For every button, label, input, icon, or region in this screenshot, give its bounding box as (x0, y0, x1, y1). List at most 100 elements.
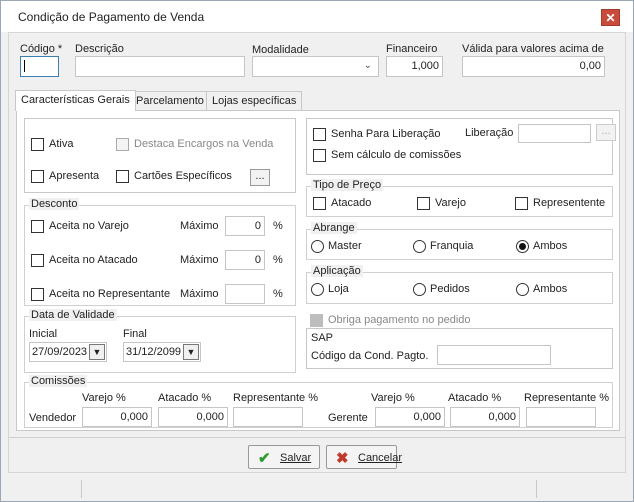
desconto-title: Desconto (29, 198, 80, 210)
representente-checkbox[interactable] (515, 197, 528, 210)
close-button[interactable]: ✕ (601, 9, 620, 26)
tab-parcelamento[interactable]: Parcelamento (130, 91, 210, 111)
ambos-label: Ambos (533, 240, 568, 252)
cartoes-dots-button[interactable]: ... (250, 169, 270, 186)
maximo-label: Máximo (180, 220, 219, 232)
varejo-label: Varejo (435, 197, 466, 209)
franquia-label: Franquia (430, 240, 474, 252)
desconto-representante-input[interactable] (225, 284, 265, 304)
chevron-down-icon: ⌄ (363, 60, 372, 71)
master-label: Master (328, 240, 362, 252)
master-radio[interactable] (311, 240, 324, 253)
cartoes-checkbox[interactable] (116, 170, 129, 183)
gerente-representante-input[interactable] (526, 407, 596, 427)
senha-liberacao-checkbox[interactable] (313, 128, 326, 141)
sem-calculo-label: Sem cálculo de comissões (331, 149, 462, 161)
maximo-label: Máximo (180, 254, 219, 266)
inicial-date-picker[interactable]: 27/09/2023 ▼ (29, 342, 107, 362)
cancelar-button[interactable]: ✖ Cancelar (326, 445, 402, 469)
descricao-input[interactable] (75, 56, 245, 77)
apresenta-label: Apresenta (49, 170, 100, 182)
cancelar-label: Cancelar (358, 452, 403, 464)
sap-codigo-input[interactable] (437, 345, 551, 365)
ambos-radio[interactable] (516, 240, 529, 253)
liberacao-input[interactable] (518, 124, 591, 143)
final-label: Final (123, 328, 147, 340)
aplicacao-title: Aplicação (311, 265, 363, 277)
salvar-label: Salvar (280, 452, 312, 464)
inicial-label: Inicial (29, 328, 58, 340)
salvar-button[interactable]: ✔ Salvar (248, 445, 320, 469)
tab-lojas-especificas[interactable]: Lojas específicas (206, 91, 303, 111)
gerente-varejo-input[interactable]: 0,000 (375, 407, 445, 427)
financeiro-input[interactable]: 1,000 (386, 56, 443, 77)
atacado-label: Atacado (331, 197, 372, 209)
aceita-representante-label: Aceita no Representante (49, 288, 171, 300)
vendedor-representante-input[interactable] (233, 407, 303, 427)
destaca-label: Destaca Encargos na Venda (134, 138, 274, 150)
franquia-radio[interactable] (413, 240, 426, 253)
client-area: Código * Descrição Modalidade ⌄ Financei… (8, 32, 626, 473)
sap-title: SAP (311, 332, 334, 344)
financeiro-label: Financeiro (386, 43, 438, 55)
abrange-title: Abrange (311, 222, 357, 234)
cartoes-label: Cartões Específicos (134, 170, 232, 182)
destaca-checkbox[interactable] (116, 138, 129, 151)
sem-calculo-checkbox[interactable] (313, 149, 326, 162)
validade-title: Data de Validade (29, 309, 117, 321)
text-cursor (24, 60, 25, 72)
liberacao-dots-button[interactable]: ... (596, 124, 616, 141)
descricao-label: Descrição (75, 43, 124, 55)
inicial-date-value: 27/09/2023 (32, 346, 88, 358)
gerente-atacado-input[interactable]: 0,000 (450, 407, 520, 427)
representente-label: Representente (533, 197, 606, 209)
valida-label: Válida para valores acima de (462, 43, 604, 55)
desconto-group: Desconto Aceita no Varejo Máximo 0 % Ace… (24, 198, 296, 306)
vendedor-atacado-input[interactable]: 0,000 (158, 407, 228, 427)
percent-label: % (273, 254, 283, 266)
aceita-varejo-checkbox[interactable] (31, 220, 44, 233)
aceita-varejo-label: Aceita no Varejo (49, 220, 129, 232)
liberacao-label: Liberação (465, 127, 514, 139)
obriga-checkbox[interactable] (310, 314, 323, 327)
comissoes-group: Comissões Varejo % Atacado % Representan… (24, 375, 613, 428)
codigo-label: Código * (20, 43, 63, 55)
sap-panel: SAP Código da Cond. Pagto. (306, 328, 613, 369)
percent-label: % (273, 220, 283, 232)
pedidos-radio[interactable] (413, 283, 426, 296)
aceita-atacado-checkbox[interactable] (31, 254, 44, 267)
status-separator (81, 480, 82, 498)
gerente-atacado-header: Atacado % (448, 392, 502, 404)
aceita-representante-checkbox[interactable] (31, 288, 44, 301)
aplicacao-ambos-label: Ambos (533, 283, 568, 295)
varejo-checkbox[interactable] (417, 197, 430, 210)
atacado-checkbox[interactable] (313, 197, 326, 210)
title-bar: Condição de Pagamento de Venda ✕ (1, 1, 633, 32)
dropdown-arrow-icon[interactable]: ▼ (89, 344, 105, 360)
validade-group: Data de Validade Inicial 27/09/2023 ▼ Fi… (24, 309, 296, 373)
vendedor-varejo-input[interactable]: 0,000 (82, 407, 152, 427)
loja-radio[interactable] (311, 283, 324, 296)
maximo-label: Máximo (180, 288, 219, 300)
check-icon: ✔ (258, 450, 271, 467)
desconto-varejo-input[interactable]: 0 (225, 216, 265, 236)
valida-input[interactable]: 0,00 (462, 56, 605, 77)
final-date-picker[interactable]: 31/12/2099 ▼ (123, 342, 201, 362)
x-icon: ✖ (336, 450, 349, 467)
modalidade-select[interactable]: ⌄ (252, 56, 379, 77)
close-icon: ✕ (605, 11, 616, 25)
gerente-label: Gerente (328, 412, 368, 424)
comissoes-title: Comissões (29, 375, 88, 387)
desconto-atacado-input[interactable]: 0 (225, 250, 265, 270)
apresenta-checkbox[interactable] (31, 170, 44, 183)
aplicacao-ambos-radio[interactable] (516, 283, 529, 296)
percent-label: % (273, 288, 283, 300)
footer-divider (9, 437, 625, 438)
ativa-checkbox[interactable] (31, 138, 44, 151)
tab-caracteristicas-gerais[interactable]: Características Gerais (15, 90, 136, 111)
codigo-input[interactable] (20, 56, 59, 77)
dropdown-arrow-icon[interactable]: ▼ (183, 344, 199, 360)
gerente-varejo-header: Varejo % (371, 392, 415, 404)
vendedor-label: Vendedor (29, 412, 77, 424)
final-date-value: 31/12/2099 (126, 346, 182, 358)
